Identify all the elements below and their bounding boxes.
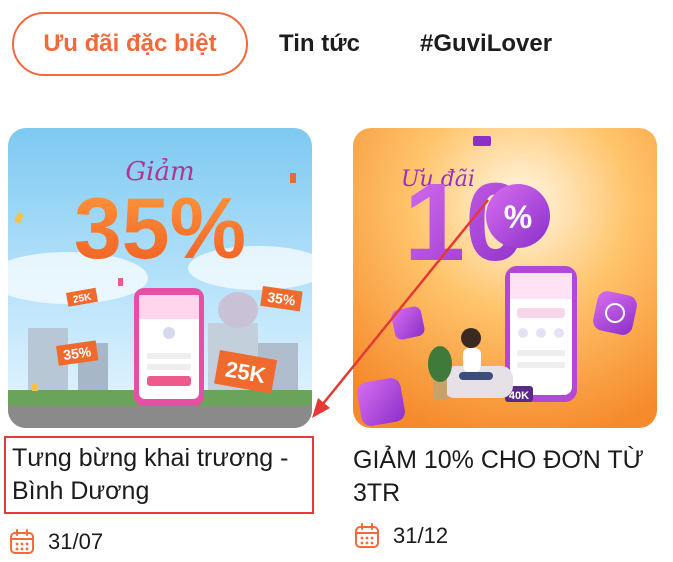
- category-tabs: Ưu đãi đặc biệt Tin tức #GuviLover: [0, 0, 673, 90]
- tab-guvilover[interactable]: #GuviLover: [420, 12, 552, 76]
- promo-card[interactable]: Ưu đãi 10 % 40K GIẢM 10% CHO ĐƠN TỪ 3TR …: [353, 128, 657, 550]
- promo-card[interactable]: Giảm 35% 25K 35% 35% 25K Tưng bừng khai …: [4, 128, 314, 556]
- banner-big-number: 35%: [74, 181, 246, 277]
- tab-special-offers[interactable]: Ưu đãi đặc biệt: [12, 12, 248, 76]
- promo-card-date: 31/12: [353, 522, 657, 550]
- promo-card-title[interactable]: GIẢM 10% CHO ĐƠN TỪ 3TR: [353, 444, 657, 510]
- tab-news[interactable]: Tin tức: [279, 12, 360, 76]
- date-text: 31/12: [393, 523, 449, 548]
- promo-card-date: 31/07: [8, 528, 312, 556]
- date-text: 31/07: [48, 529, 104, 554]
- promo-card-title[interactable]: Tưng bừng khai trương - Bình Dương: [4, 436, 314, 514]
- banner-tag: 40K: [509, 390, 529, 402]
- calendar-icon: [8, 528, 36, 556]
- banner-percent: %: [504, 199, 532, 235]
- calendar-icon: [353, 522, 381, 550]
- promo-banner-image[interactable]: Ưu đãi 10 % 40K: [353, 128, 657, 428]
- promo-banner-image[interactable]: Giảm 35% 25K 35% 35% 25K: [8, 128, 312, 428]
